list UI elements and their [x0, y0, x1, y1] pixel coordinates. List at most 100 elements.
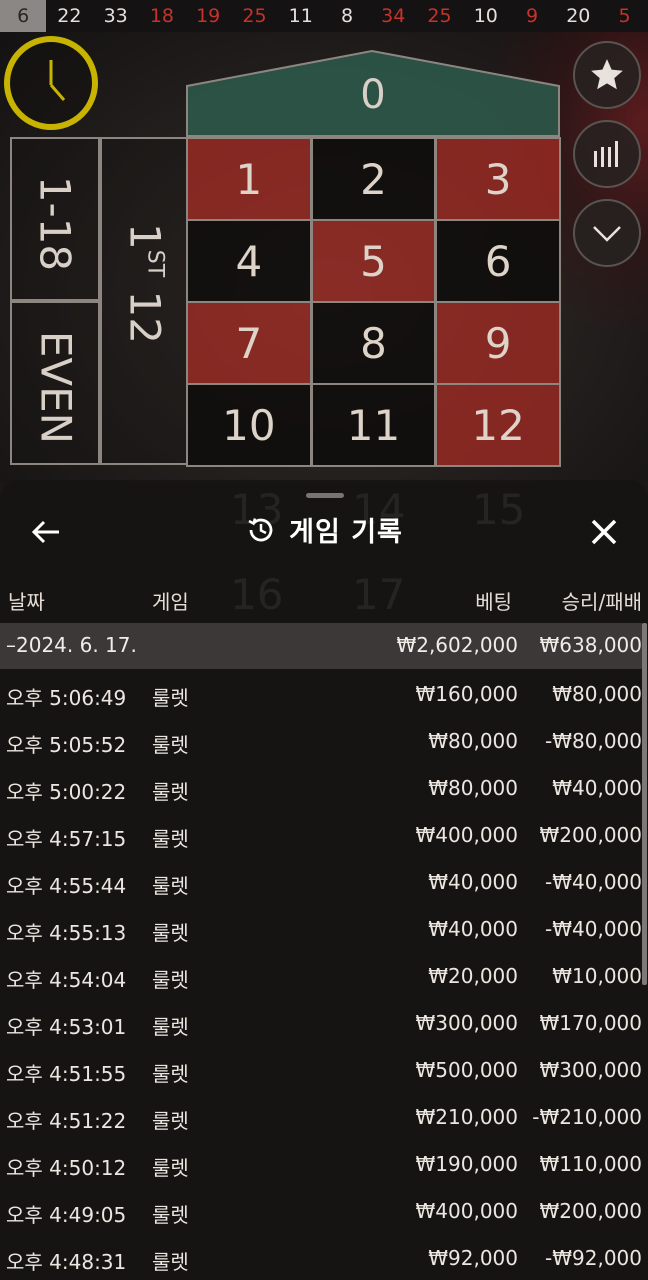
- favorites-button[interactable]: [573, 41, 641, 109]
- bet-first-dozen[interactable]: 1ST 12: [100, 137, 188, 465]
- bet-even-label: EVEN: [31, 330, 81, 445]
- row-game: 룰렛: [152, 921, 189, 945]
- row-bet: ₩500,000: [415, 1058, 518, 1082]
- row-time: 오후 4:51:22: [6, 1109, 127, 1133]
- row-time: 오후 4:48:31: [6, 1250, 127, 1274]
- row-game: 룰렛: [152, 780, 189, 804]
- row-winloss: -₩40,000: [545, 870, 642, 894]
- bet-number-cell[interactable]: 12: [435, 383, 561, 467]
- bet-number-cell[interactable]: 7: [186, 301, 312, 385]
- row-bet: ₩40,000: [428, 870, 518, 894]
- zero-label: 0: [360, 72, 386, 118]
- bet-number-cell[interactable]: 11: [310, 383, 437, 467]
- bet-number-cell[interactable]: 8: [310, 301, 437, 385]
- row-time: 오후 4:55:13: [6, 921, 127, 945]
- history-row[interactable]: 오후 5:00:22 룰렛 ₩80,000 ₩40,000: [0, 764, 648, 811]
- result-number: 20: [566, 5, 591, 27]
- row-winloss: ₩300,000: [539, 1058, 642, 1082]
- row-time: 오후 4:54:04: [6, 968, 127, 992]
- row-winloss: ₩40,000: [552, 776, 642, 800]
- bet-number-cell[interactable]: 1: [186, 137, 312, 221]
- row-bet: ₩300,000: [415, 1011, 518, 1035]
- countdown-timer: [4, 36, 98, 130]
- collapse-button[interactable]: [573, 199, 641, 267]
- row-bet: ₩400,000: [415, 1199, 518, 1223]
- result-number: 18: [149, 5, 175, 27]
- result-number: 34: [381, 5, 406, 27]
- row-winloss: ₩200,000: [539, 823, 642, 847]
- bet-number-cell[interactable]: 10: [186, 383, 312, 467]
- result-number: 6: [0, 0, 47, 32]
- bet-number-cell[interactable]: 6: [435, 219, 561, 303]
- stats-bars-icon: [594, 141, 618, 167]
- result-number: 10: [473, 5, 498, 27]
- row-game: 룰렛: [152, 1203, 189, 1227]
- row-bet: ₩190,000: [415, 1152, 518, 1176]
- row-time: 오후 4:49:05: [6, 1203, 127, 1227]
- day-total-bet: ₩2,602,000: [396, 633, 518, 657]
- history-row[interactable]: 오후 4:55:13 룰렛 ₩40,000 -₩40,000: [0, 905, 648, 952]
- bet-1-18[interactable]: 1-18: [10, 137, 100, 301]
- row-bet: ₩80,000: [428, 776, 518, 800]
- row-time: 오후 5:06:49: [6, 686, 127, 710]
- board-ghost-text: 17: [352, 570, 406, 619]
- row-game: 룰렛: [152, 733, 189, 757]
- bet-number-cell[interactable]: 4: [186, 219, 312, 303]
- history-icon: [248, 517, 273, 541]
- bet-number-cell[interactable]: 5: [310, 219, 437, 303]
- history-row[interactable]: 오후 4:51:55 룰렛 ₩500,000 ₩300,000: [0, 1046, 648, 1093]
- header-date: 날짜: [8, 590, 45, 614]
- row-winloss: ₩80,000: [552, 682, 642, 706]
- row-winloss: -₩210,000: [532, 1105, 642, 1129]
- result-number: 5: [618, 5, 631, 27]
- history-row[interactable]: 오후 5:05:52 룰렛 ₩80,000 -₩80,000: [0, 717, 648, 764]
- row-winloss: -₩40,000: [545, 917, 642, 941]
- first-dozen-ordinal: 1: [120, 223, 170, 250]
- row-time: 오후 4:55:44: [6, 874, 127, 898]
- row-game: 룰렛: [152, 1156, 189, 1180]
- row-time: 오후 4:51:55: [6, 1062, 127, 1086]
- row-game: 룰렛: [152, 874, 189, 898]
- row-game: 룰렛: [152, 1015, 189, 1039]
- row-time: 오후 5:00:22: [6, 780, 127, 804]
- row-game: 룰렛: [152, 1109, 189, 1133]
- history-row[interactable]: 오후 4:57:15 룰렛 ₩400,000 ₩200,000: [0, 811, 648, 858]
- statistics-button[interactable]: [573, 120, 641, 188]
- first-dozen-number: 12: [120, 290, 170, 344]
- history-row[interactable]: 오후 4:48:31 룰렛 ₩92,000 -₩92,000: [0, 1234, 648, 1280]
- row-game: 룰렛: [152, 827, 189, 851]
- history-row[interactable]: 오후 4:54:04 룰렛 ₩20,000 ₩10,000: [0, 952, 648, 999]
- sheet-drag-handle[interactable]: [306, 493, 344, 498]
- history-row[interactable]: 오후 4:51:22 룰렛 ₩210,000 -₩210,000: [0, 1093, 648, 1140]
- scrollbar[interactable]: [642, 623, 647, 985]
- bet-number-cell[interactable]: 3: [435, 137, 561, 221]
- close-button[interactable]: [586, 514, 622, 550]
- row-winloss: -₩92,000: [545, 1246, 642, 1270]
- day-date: –2024. 6. 17.: [6, 633, 137, 657]
- history-row[interactable]: 오후 4:49:05 룰렛 ₩400,000 ₩200,000: [0, 1187, 648, 1234]
- game-history-sheet: 13 14 15 16 17 게임 기록 날짜 게임 베팅 승리/패배 –202…: [0, 480, 648, 1280]
- history-row[interactable]: 오후 4:53:01 룰렛 ₩300,000 ₩170,000: [0, 999, 648, 1046]
- bet-even[interactable]: EVEN: [10, 301, 100, 465]
- row-game: 룰렛: [152, 1062, 189, 1086]
- row-game: 룰렛: [152, 968, 189, 992]
- history-row[interactable]: 오후 4:50:12 룰렛 ₩190,000 ₩110,000: [0, 1140, 648, 1187]
- row-bet: ₩92,000: [428, 1246, 518, 1270]
- row-time: 오후 5:05:52: [6, 733, 127, 757]
- history-row[interactable]: 오후 4:55:44 룰렛 ₩40,000 -₩40,000: [0, 858, 648, 905]
- row-bet: ₩210,000: [415, 1105, 518, 1129]
- row-game: 룰렛: [152, 1250, 189, 1274]
- bet-number-cell[interactable]: 9: [435, 301, 561, 385]
- recent-results-bar: 6 22 33 18 19 25 11 8 34 25 10 9 20 5: [0, 0, 648, 32]
- bet-number-cell[interactable]: 2: [310, 137, 437, 221]
- star-icon: [591, 59, 623, 90]
- first-dozen-suffix: ST: [142, 249, 168, 278]
- history-row[interactable]: 오후 5:06:49 룰렛 ₩160,000 ₩80,000: [0, 670, 648, 717]
- day-summary-row[interactable]: –2024. 6. 17. ₩2,602,000 ₩638,000: [0, 623, 642, 669]
- result-number: 25: [427, 5, 452, 27]
- row-bet: ₩160,000: [415, 682, 518, 706]
- row-time: 오후 4:57:15: [6, 827, 127, 851]
- header-winloss: 승리/패배: [561, 590, 642, 614]
- row-bet: ₩40,000: [428, 917, 518, 941]
- row-winloss: -₩80,000: [545, 729, 642, 753]
